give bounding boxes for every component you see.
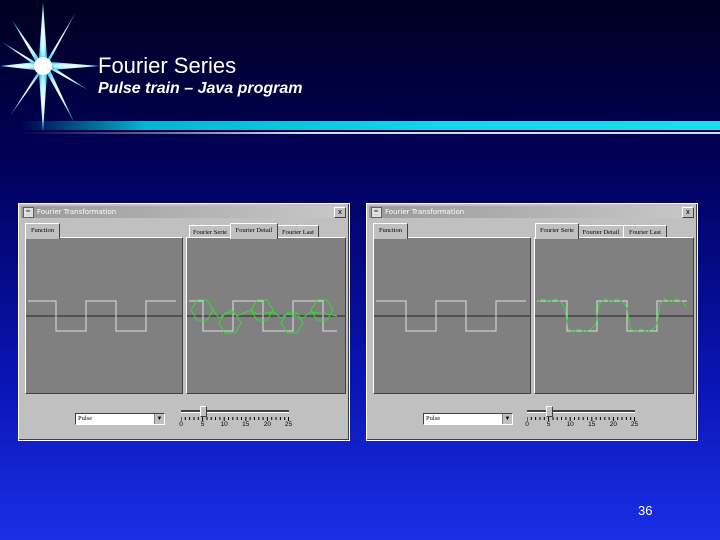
close-button[interactable]: x	[682, 207, 694, 218]
tab-function[interactable]: Function	[373, 223, 408, 239]
fourier-serie-plot-panel	[534, 237, 694, 394]
slider-ticks	[181, 417, 289, 421]
chevron-down-icon[interactable]: ▼	[154, 414, 164, 424]
window-title: Fourier Transformation	[37, 208, 117, 216]
slider-label: 25	[630, 421, 639, 428]
function-plot	[374, 300, 530, 332]
slider-label: 5	[546, 421, 551, 428]
title-rule	[20, 121, 720, 130]
slider-ticks	[527, 417, 635, 421]
slider-label: 0	[179, 421, 183, 428]
function-plot	[26, 300, 182, 332]
slider-thumb[interactable]	[546, 406, 553, 417]
tab-fourier-serie[interactable]: Fourier Serie	[535, 223, 579, 239]
page-number: 36	[638, 503, 653, 518]
window-titlebar: ☕ Fourier Transformation x	[21, 206, 347, 218]
window-title: Fourier Transformation	[385, 208, 465, 216]
slider-track	[181, 410, 289, 413]
function-plot-panel	[25, 237, 183, 394]
slider-label: 20	[263, 421, 272, 428]
slider-thumb[interactable]	[200, 406, 207, 417]
terms-slider[interactable]: 0 5 10 15 20 25	[179, 406, 293, 434]
tab-function[interactable]: Function	[25, 223, 60, 239]
fourier-detail-plot-panel	[186, 237, 346, 394]
java-cup-icon: ☕	[23, 206, 34, 218]
slider-label: 25	[284, 421, 293, 428]
function-select[interactable]: Pulse ▼	[75, 413, 165, 425]
fourier-serie-plot	[535, 298, 693, 333]
slider-label: 5	[200, 421, 205, 428]
slider-label: 20	[609, 421, 618, 428]
star-burst-icon	[0, 2, 100, 132]
slider-label: 0	[525, 421, 529, 428]
window-titlebar: ☕ Fourier Transformation x	[369, 206, 695, 218]
function-select[interactable]: Pulse ▼	[423, 413, 513, 425]
function-select-value: Pulse	[78, 415, 93, 422]
slider-label: 15	[242, 421, 250, 428]
terms-slider[interactable]: 0 5 10 15 20 25	[525, 406, 639, 434]
chevron-down-icon[interactable]: ▼	[502, 414, 512, 424]
java-cup-icon: ☕	[371, 206, 382, 218]
slide-title: Fourier Series	[98, 53, 237, 78]
tab-fourier-detail[interactable]: Fourier Detail	[230, 223, 278, 239]
applet-window-2: ☕ Fourier Transformation x Function Four…	[366, 203, 698, 441]
slider-label: 15	[588, 421, 596, 428]
function-select-value: Pulse	[426, 415, 441, 422]
fourier-detail-plot	[187, 299, 345, 334]
slide-subtitle: Pulse train – Java program	[98, 80, 303, 97]
slider-label: 10	[220, 421, 228, 428]
function-plot-panel	[373, 237, 531, 394]
close-button[interactable]: x	[334, 207, 346, 218]
title-rule-line	[20, 132, 720, 134]
slider-label: 10	[566, 421, 574, 428]
slider-track	[527, 410, 635, 413]
applet-window-1: ☕ Fourier Transformation x Function Four…	[18, 203, 350, 441]
